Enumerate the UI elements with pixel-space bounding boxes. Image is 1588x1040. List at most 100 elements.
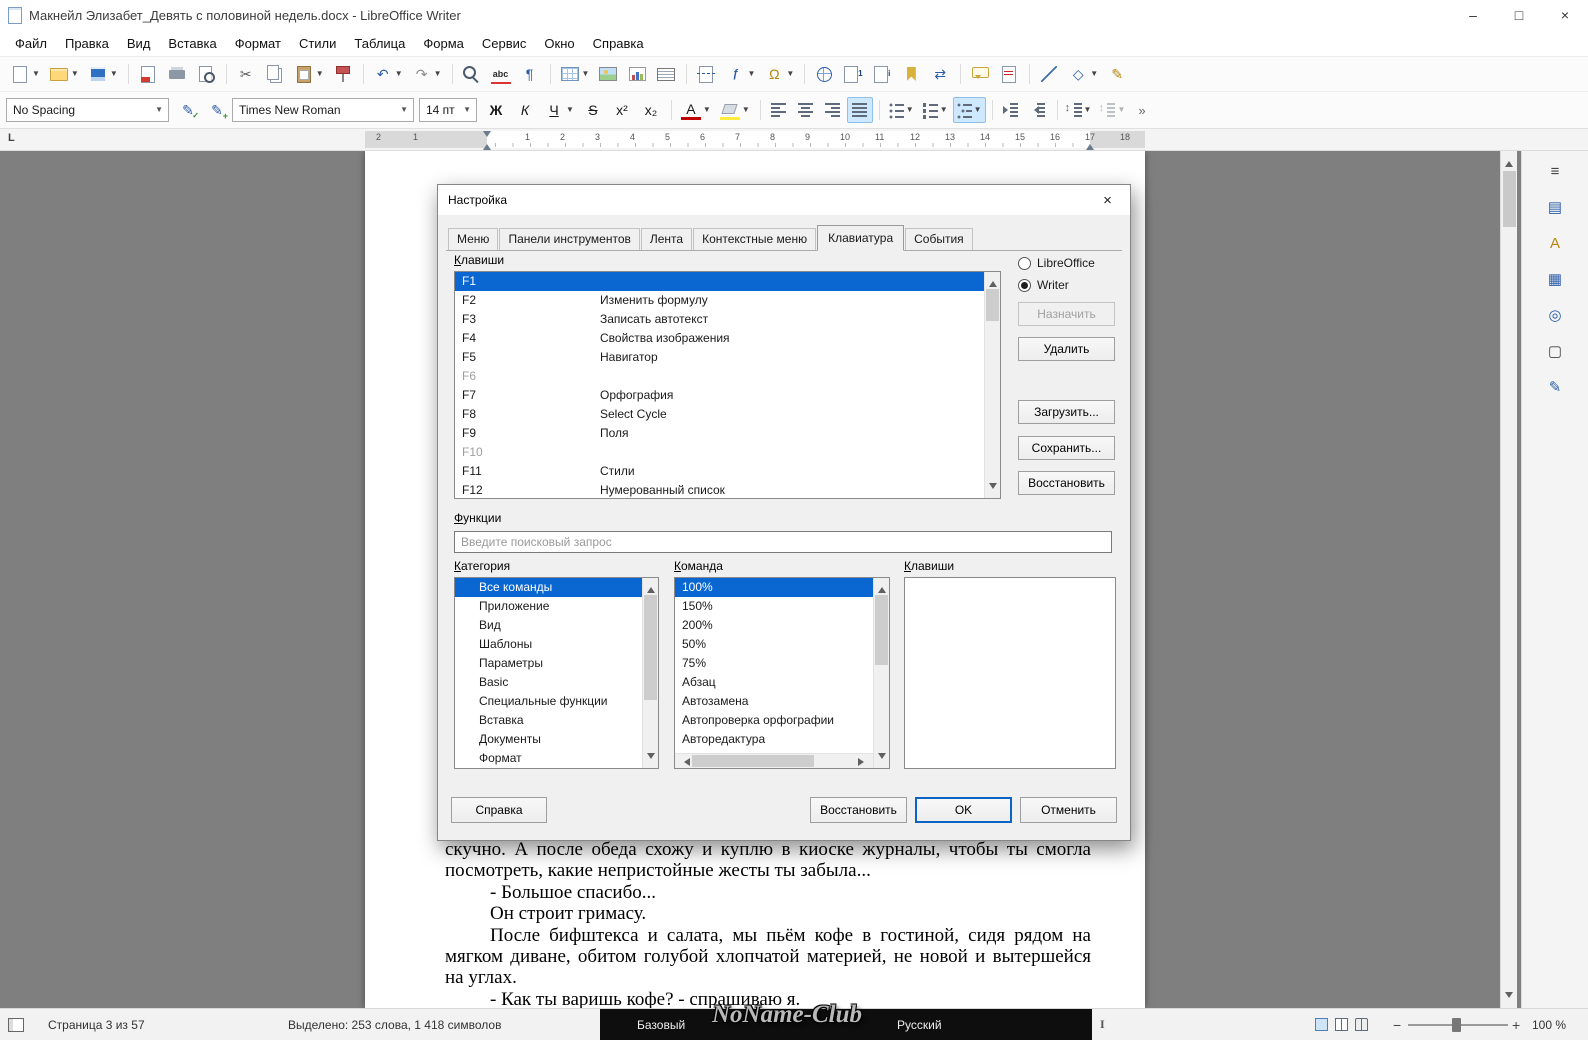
book-view-icon[interactable] (1355, 1018, 1368, 1031)
menu-item-7[interactable]: Форма (414, 33, 473, 54)
open-button[interactable]: ▼ (45, 61, 83, 87)
outline-list-button[interactable]: ▼ (952, 97, 986, 123)
dropdown-arrow-icon[interactable]: ▼ (747, 70, 755, 78)
dropdown-arrow-icon[interactable]: ▼ (1117, 106, 1125, 114)
menu-item-8[interactable]: Сервис (473, 33, 536, 54)
footnote-button[interactable]: 1 (839, 61, 867, 87)
track-changes-button[interactable] (995, 61, 1023, 87)
menu-item-4[interactable]: Формат (226, 33, 290, 54)
chevron-down-icon[interactable]: ▼ (395, 106, 413, 114)
align-center-button[interactable] (793, 97, 819, 123)
dropdown-arrow-icon[interactable]: ▼ (1084, 106, 1092, 114)
increase-indent-button[interactable] (998, 97, 1024, 123)
command-row[interactable]: Автопроверка орфографии (675, 711, 873, 730)
dropdown-arrow-icon[interactable]: ▼ (742, 106, 750, 114)
tab-2[interactable]: Лента (640, 228, 693, 250)
export-pdf-button[interactable] (134, 61, 162, 87)
dropdown-arrow-icon[interactable]: ▼ (566, 106, 574, 114)
gallery-icon[interactable]: ▦ (1543, 267, 1567, 291)
bold-button[interactable]: Ж (482, 97, 510, 123)
find-replace-button[interactable] (458, 61, 486, 87)
scroll-down-icon[interactable] (1505, 992, 1513, 1002)
dropdown-arrow-icon[interactable]: ▼ (434, 70, 442, 78)
navigator-icon[interactable]: ◎ (1543, 303, 1567, 327)
maximize-button[interactable]: □ (1496, 0, 1542, 30)
paragraph-spacing-button[interactable]: ▼ (1096, 97, 1129, 123)
single-page-view-icon[interactable] (1315, 1018, 1328, 1031)
strikethrough-button[interactable]: S (579, 97, 607, 123)
superscript-button[interactable]: x² (608, 97, 636, 123)
scope-libreoffice-radio[interactable]: LibreOffice (1018, 256, 1095, 270)
shortcut-row[interactable]: F5 Навигатор (455, 348, 984, 367)
dropdown-arrow-icon[interactable]: ▼ (940, 106, 948, 114)
menu-item-1[interactable]: Правка (56, 33, 118, 54)
properties-icon[interactable]: ▤ (1543, 195, 1567, 219)
new-style-button[interactable]: ✎ (203, 97, 231, 123)
save-button[interactable]: Сохранить... (1018, 436, 1115, 460)
command-row[interactable]: Авторедактура (675, 730, 873, 749)
shortcut-row[interactable]: F4 Свойства изображения (455, 329, 984, 348)
dropdown-arrow-icon[interactable]: ▼ (395, 70, 403, 78)
vertical-scrollbar[interactable] (1500, 151, 1517, 1008)
italic-button[interactable]: К (511, 97, 539, 123)
line-button[interactable] (1035, 61, 1063, 87)
delete-button[interactable]: Удалить (1018, 337, 1115, 361)
paste-button[interactable]: ▼ (290, 61, 328, 87)
basic-shapes-button[interactable]: ◇ ▼ (1064, 61, 1102, 87)
ok-button[interactable]: OK (915, 797, 1012, 823)
comment-button[interactable] (966, 61, 994, 87)
shortcut-row[interactable]: F7 Орфография (455, 386, 984, 405)
cancel-button[interactable]: Отменить (1020, 797, 1117, 823)
scrollbar[interactable] (642, 578, 658, 768)
styles-icon[interactable]: A (1543, 231, 1567, 255)
selection-mode-icon[interactable]: I (1100, 1009, 1105, 1040)
close-button[interactable]: × (1542, 0, 1588, 30)
menu-item-9[interactable]: Окно (535, 33, 583, 54)
toolbar-overflow-icon[interactable]: » (1138, 103, 1145, 118)
tab-3[interactable]: Контекстные меню (693, 228, 817, 250)
spelling-button[interactable]: abc (487, 61, 515, 87)
cut-button[interactable]: ✂ (232, 61, 260, 87)
assign-button[interactable]: Назначить (1018, 302, 1115, 326)
dropdown-arrow-icon[interactable]: ▼ (906, 106, 914, 114)
shortcut-row[interactable]: F10 (455, 443, 984, 462)
copy-button[interactable] (261, 61, 289, 87)
menu-item-6[interactable]: Таблица (345, 33, 414, 54)
scroll-up-icon[interactable] (1505, 157, 1513, 167)
decrease-indent-button[interactable] (1025, 97, 1051, 123)
command-row[interactable]: Абзац (675, 673, 873, 692)
shortcut-row[interactable]: F3 Записать автотекст (455, 310, 984, 329)
style-inspector-icon[interactable]: ✎ (1543, 375, 1567, 399)
shortcut-row[interactable]: F11 Стили (455, 462, 984, 481)
indent-marker[interactable] (483, 140, 491, 150)
menu-item-3[interactable]: Вставка (159, 33, 225, 54)
right-indent-marker[interactable] (1086, 140, 1094, 150)
minimize-button[interactable]: – (1450, 0, 1496, 30)
command-row[interactable]: 50% (675, 635, 873, 654)
scrollbar-thumb[interactable] (1503, 171, 1516, 227)
underline-button[interactable]: Ч ▼ (540, 97, 578, 123)
horizontal-scrollbar[interactable] (675, 753, 873, 768)
assigned-keys-list[interactable] (904, 577, 1116, 769)
align-left-button[interactable] (766, 97, 792, 123)
word-count[interactable]: Выделено: 253 слова, 1 418 символов (288, 1009, 501, 1040)
font-size-combo[interactable]: 14 пт ▼ (419, 98, 477, 122)
shortcut-row[interactable]: F9 Поля (455, 424, 984, 443)
shortcut-row[interactable]: F1 (455, 272, 984, 291)
tabstop-selector[interactable]: L (8, 132, 15, 144)
cross-reference-button[interactable]: ⇄ (926, 61, 954, 87)
insert-textbox-button[interactable] (652, 61, 680, 87)
dropdown-arrow-icon[interactable]: ▼ (582, 70, 590, 78)
help-button[interactable]: Справка (451, 797, 547, 823)
dropdown-arrow-icon[interactable]: ▼ (71, 70, 79, 78)
sidebar-toggle-icon[interactable] (8, 1009, 24, 1040)
command-row[interactable]: Автозамена (675, 692, 873, 711)
insert-chart-button[interactable] (623, 61, 651, 87)
category-row[interactable]: Формат (455, 749, 642, 768)
ordered-list-button[interactable]: ▼ (919, 97, 952, 123)
clone-formatting-button[interactable] (329, 61, 357, 87)
formatting-marks-button[interactable]: ¶ (516, 61, 544, 87)
scrollbar[interactable] (873, 578, 889, 768)
print-button[interactable] (163, 61, 191, 87)
shortcut-row[interactable]: F8 Select Cycle (455, 405, 984, 424)
